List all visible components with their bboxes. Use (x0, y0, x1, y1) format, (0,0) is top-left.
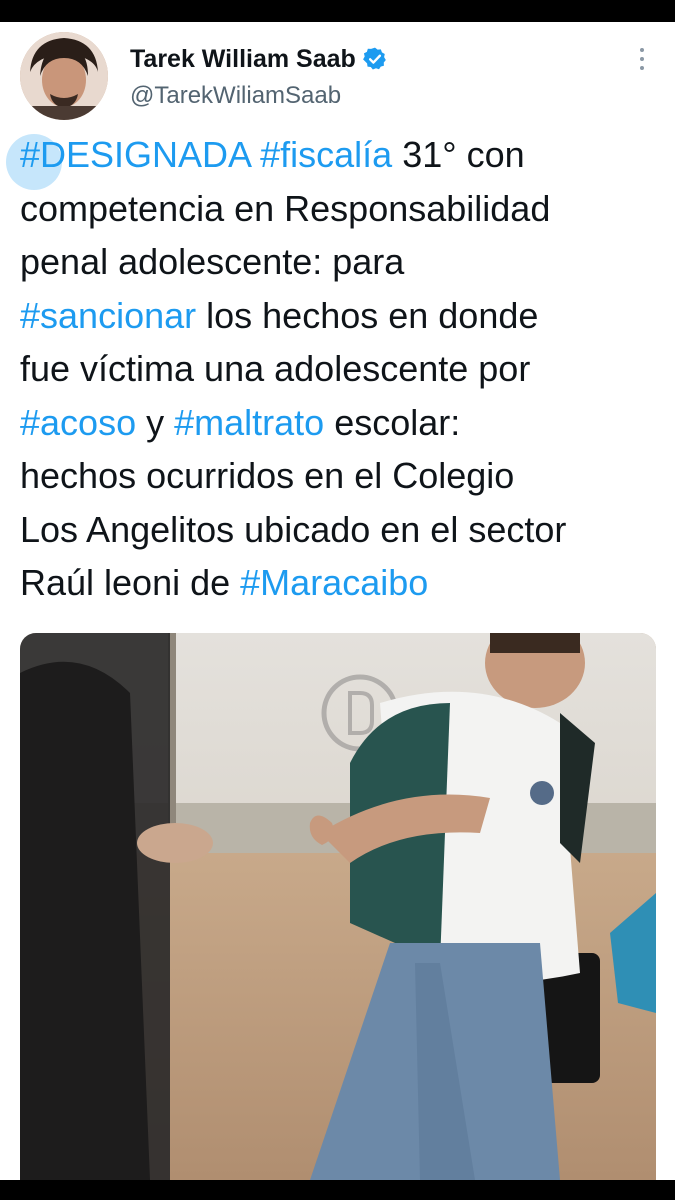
hashtag-link[interactable]: #DESIGNADA (20, 134, 250, 175)
tweet-text-segment: Raúl leoni de (20, 562, 241, 603)
tweet-card[interactable]: Tarek William Saab @TarekWiliamSaab #DES… (0, 22, 675, 1180)
tweet-text-line: fue víctima una adolescente por (20, 342, 660, 396)
tweet-text-segment: penal adolescente: para (20, 241, 405, 282)
hashtag-link[interactable]: #acoso (20, 402, 136, 443)
author-name-row[interactable]: Tarek William Saab (130, 42, 388, 76)
author-handle[interactable]: @TarekWiliamSaab (130, 82, 341, 110)
more-options-icon[interactable] (632, 44, 652, 74)
tweet-text-line: hechos ocurridos en el Colegio (20, 449, 660, 503)
tweet-text-line: penal adolescente: para (20, 235, 660, 289)
tweet-text-line: competencia en Responsabilidad (20, 182, 660, 236)
author-display-name[interactable]: Tarek William Saab (130, 45, 356, 74)
avatar[interactable] (20, 32, 108, 120)
tweet-text-segment: Los Angelitos ubicado en el sector (20, 508, 567, 550)
tweet-text-segment: los hechos en donde (196, 294, 539, 336)
hashtag-link[interactable]: #maltrato (174, 402, 324, 443)
bottom-black-bar (0, 1180, 675, 1200)
tweet-text-segment: 31° con (392, 134, 525, 175)
tweet-text-line: #acoso y #maltrato escolar: (20, 396, 660, 450)
tweet-text-segment (250, 134, 260, 175)
hashtag-link[interactable]: #fiscalía (260, 134, 392, 175)
tweet-text-segment: fue víctima una adolescente por (20, 348, 531, 389)
tweet-text-segment: hechos ocurridos en el Colegio (20, 455, 515, 496)
avatar-image (20, 32, 108, 120)
tweet-text-segment: escolar: (324, 401, 461, 443)
hashtag-link[interactable]: #Maracaibo (240, 562, 428, 603)
tweet-text-segment: competencia en Responsabilidad (20, 187, 551, 229)
tweet-text-line: #sancionar los hechos en donde (20, 289, 660, 343)
video-frame-image (20, 633, 656, 1180)
hashtag-link[interactable]: #sancionar (20, 295, 196, 336)
tweet-text-line: Raúl leoni de #Maracaibo (20, 556, 660, 610)
tweet-text-line: Los Angelitos ubicado en el sector (20, 503, 660, 557)
top-black-bar (0, 0, 675, 22)
verified-badge-icon (362, 46, 388, 72)
tweet-text: #DESIGNADA #fiscalía 31° con competencia … (20, 128, 660, 610)
tweet-video[interactable] (20, 633, 656, 1180)
tweet-text-segment: y (136, 401, 175, 443)
tweet-text-line: #DESIGNADA #fiscalía 31° con (20, 128, 660, 182)
